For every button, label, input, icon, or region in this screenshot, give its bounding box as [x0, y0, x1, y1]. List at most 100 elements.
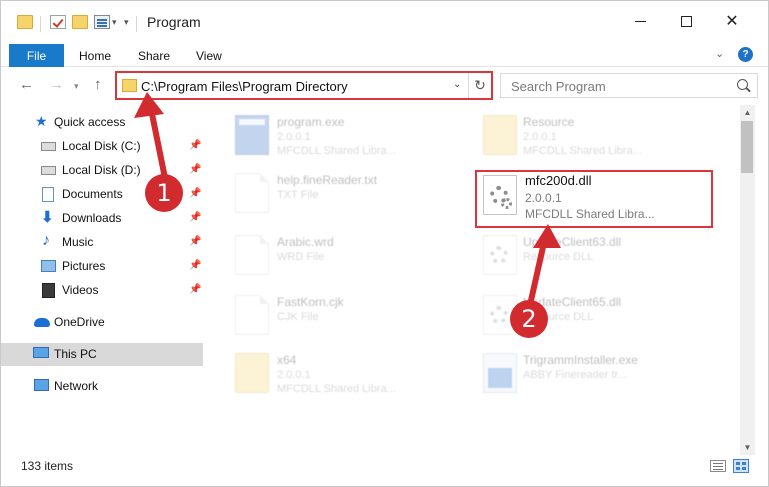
scroll-up-icon[interactable]: ▲: [740, 105, 755, 120]
item-count: 133 items: [21, 459, 74, 473]
file-item[interactable]: Arabic.wrd WRD File: [227, 233, 447, 283]
customize-icon[interactable]: [94, 15, 110, 29]
file-name: help.fineReader.txt: [277, 173, 378, 187]
help-icon[interactable]: ?: [738, 47, 753, 62]
search-placeholder: Search Program: [511, 79, 606, 94]
address-dropdown-icon[interactable]: ⌄: [453, 79, 461, 90]
file-name: program.exe: [277, 115, 345, 129]
pin-icon[interactable]: 📌: [189, 260, 201, 271]
file-version: 2.0.0.1: [277, 131, 311, 143]
details-view-icon[interactable]: [710, 460, 726, 472]
drive-icon: [41, 166, 56, 175]
file-name: FastKorn.cjk: [277, 295, 344, 309]
file-name: x64: [277, 353, 297, 367]
sidebar-item-label: OneDrive: [54, 315, 105, 329]
sidebar-item-label: This PC: [54, 347, 97, 361]
scroll-down-icon[interactable]: ▼: [740, 440, 755, 455]
vertical-scrollbar[interactable]: ▲ ▼: [740, 105, 755, 455]
navigation-bar: ← → ▾ ↑ C:\Program Files\Program Directo…: [1, 68, 768, 104]
file-item[interactable]: program.exe 2.0.0.1 MFCDLL Shared Libra.…: [227, 113, 447, 163]
pin-icon[interactable]: 📌: [189, 236, 201, 247]
tab-file[interactable]: File: [9, 44, 64, 67]
videos-icon: [42, 283, 55, 298]
sidebar-item-label: Local Disk (D:): [62, 163, 141, 177]
file-type: WRD File: [277, 251, 325, 263]
quick-access-divider: [40, 16, 41, 32]
pin-icon[interactable]: 📌: [189, 140, 201, 151]
sidebar-item-network[interactable]: Network: [1, 375, 203, 398]
network-icon: [34, 379, 49, 391]
tab-home[interactable]: Home: [79, 49, 111, 63]
pin-icon[interactable]: 📌: [189, 212, 201, 223]
file-name: Arabic.wrd: [277, 235, 334, 249]
file-item[interactable]: Resource 2.0.0.1 MFCDLL Shared Libra...: [477, 113, 717, 163]
file-item[interactable]: x64 2.0.0.1 MFCDLL Shared Libra...: [227, 351, 447, 401]
sidebar-item-music[interactable]: ♪ Music 📌: [1, 231, 203, 254]
sidebar-item-videos[interactable]: Videos 📌: [1, 279, 203, 302]
refresh-icon[interactable]: ↻: [468, 73, 491, 98]
sidebar-item-label: Local Disk (C:): [62, 139, 141, 153]
pin-icon[interactable]: 📌: [189, 188, 201, 199]
sidebar-item-downloads[interactable]: ⬇ Downloads 📌: [1, 207, 203, 230]
address-path[interactable]: C:\Program Files\Program Directory: [141, 79, 348, 94]
sidebar-item-quick-access[interactable]: ★ Quick access: [1, 111, 203, 134]
file-description: MFCDLL Shared Libra...: [523, 145, 642, 157]
new-folder-icon[interactable]: [72, 15, 88, 29]
file-description: MFCDLL Shared Libra...: [277, 145, 396, 157]
folder-icon: [17, 15, 33, 29]
computer-icon: [33, 347, 49, 358]
search-input[interactable]: Search Program: [500, 73, 758, 98]
drive-icon: [41, 142, 56, 151]
properties-check-icon[interactable]: [50, 15, 66, 29]
sidebar-item-this-pc[interactable]: This PC: [1, 343, 203, 366]
sidebar-item-label: Downloads: [62, 211, 122, 225]
gear-icon: [490, 306, 508, 324]
exe-icon: [235, 115, 269, 155]
sidebar-item-label: Videos: [62, 283, 99, 297]
pin-icon[interactable]: 📌: [189, 164, 201, 175]
up-arrow-icon[interactable]: ↑: [94, 76, 102, 93]
cloud-icon: [34, 318, 50, 327]
file-type: CJK File: [277, 311, 319, 323]
search-icon[interactable]: [737, 79, 748, 90]
file-item[interactable]: TrigrammInstaller.exe ABBY Finereader tr…: [477, 351, 717, 401]
close-button[interactable]: ✕: [709, 1, 755, 41]
file-item[interactable]: help.fineReader.txt TXT File: [227, 171, 447, 221]
maximize-button[interactable]: [663, 1, 709, 41]
title-divider: [136, 16, 137, 32]
recent-locations-icon[interactable]: ▾: [74, 81, 79, 92]
file-type: Resource DLL: [523, 251, 594, 263]
expand-ribbon-chevron-icon[interactable]: ⌄: [715, 47, 724, 60]
sidebar-item-label: Network: [54, 379, 99, 393]
folder-icon: [483, 115, 517, 155]
documents-icon: [42, 187, 54, 202]
sidebar-item-onedrive[interactable]: OneDrive: [1, 311, 203, 334]
forward-arrow-icon[interactable]: →: [49, 76, 64, 93]
sidebar-item-pictures[interactable]: Pictures 📌: [1, 255, 203, 278]
tab-view[interactable]: View: [196, 49, 222, 63]
gear-icon: [490, 246, 508, 264]
step-callout-1: 1: [145, 174, 183, 212]
document-icon: [235, 235, 269, 275]
sidebar-item-local-disk-c[interactable]: Local Disk (C:) 📌: [1, 135, 203, 158]
address-bar[interactable]: C:\Program Files\Program Directory ⌄ ↻: [115, 71, 493, 100]
qa-dropdown-icon[interactable]: ▾: [124, 17, 129, 28]
sidebar-item-label: Pictures: [62, 259, 106, 273]
pin-icon[interactable]: 📌: [189, 284, 201, 295]
file-description: ABBY Finereader tr...: [523, 369, 627, 381]
sidebar-item-label: Documents: [62, 187, 123, 201]
maximize-icon: [680, 15, 692, 27]
file-name: TrigrammInstaller.exe: [523, 353, 638, 367]
large-icons-view-icon[interactable]: [733, 459, 749, 473]
folder-icon: [122, 79, 137, 92]
sidebar-item-label: Quick access: [54, 115, 126, 129]
file-item[interactable]: UpdateClient63.dll Resource DLL: [477, 233, 717, 283]
scroll-thumb[interactable]: [741, 121, 753, 173]
minimize-button[interactable]: [617, 1, 663, 41]
title-bar: ▾ ▾ Program ✕: [1, 1, 768, 41]
file-item[interactable]: FastKorn.cjk CJK File: [227, 293, 447, 343]
qa-chevron-icon[interactable]: ▾: [112, 17, 117, 28]
tab-share[interactable]: Share: [138, 49, 170, 63]
file-description: MFCDLL Shared Libra...: [277, 383, 396, 395]
back-arrow-icon[interactable]: ←: [19, 76, 34, 93]
